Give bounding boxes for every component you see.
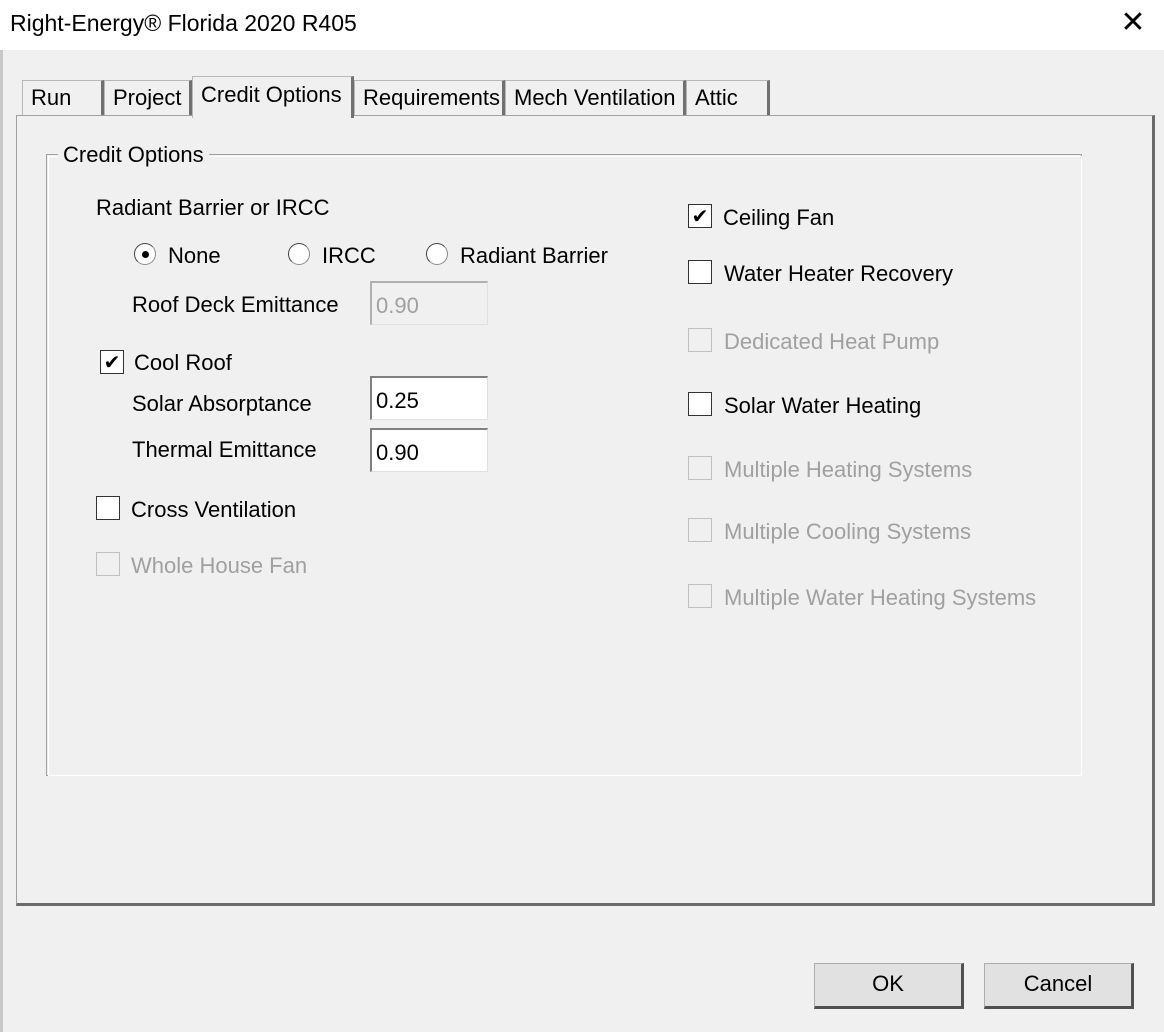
- tab-attic[interactable]: Attic: [686, 80, 770, 116]
- active-tab-joiner: [193, 114, 351, 118]
- dedicated-heat-pump-checkbox[interactable]: [688, 328, 712, 352]
- window-title: Right-Energy® Florida 2020 R405: [10, 10, 357, 36]
- multiple-heating-systems-label: Multiple Heating Systems: [724, 457, 973, 482]
- roof-deck-emittance-label: Roof Deck Emittance: [132, 292, 339, 317]
- radio-ircc-label: IRCC: [322, 243, 376, 268]
- tab-run[interactable]: Run: [22, 80, 104, 116]
- solar-absorptance-label: Solar Absorptance: [132, 391, 312, 416]
- radio-radiant-barrier-button[interactable]: [426, 243, 448, 265]
- whole-house-fan-checkbox[interactable]: [96, 552, 120, 576]
- cool-roof-label: Cool Roof: [134, 350, 232, 375]
- water-heater-recovery-checkbox[interactable]: [688, 260, 712, 284]
- whole-house-fan-label: Whole House Fan: [131, 553, 308, 578]
- solar-water-heating-label: Solar Water Heating: [724, 393, 922, 418]
- cross-ventilation-checkbox[interactable]: [96, 496, 120, 520]
- ceiling-fan-checkbox[interactable]: ✔: [688, 204, 712, 228]
- tab-credit-options[interactable]: Credit Options: [192, 76, 354, 118]
- water-heater-recovery-label: Water Heater Recovery: [724, 261, 954, 286]
- radio-none-button[interactable]: [134, 243, 156, 265]
- multiple-cooling-systems-label: Multiple Cooling Systems: [724, 519, 971, 544]
- thermal-emittance-field[interactable]: [370, 428, 488, 472]
- solar-water-heating-checkbox[interactable]: [688, 392, 712, 416]
- cool-roof-checkbox[interactable]: ✔: [100, 350, 124, 374]
- multiple-water-heating-systems-label: Multiple Water Heating Systems: [724, 585, 1037, 610]
- multiple-water-heating-systems-checkbox[interactable]: [688, 584, 712, 608]
- roof-deck-emittance-field[interactable]: [370, 281, 488, 325]
- tab-project[interactable]: Project: [104, 80, 192, 116]
- radio-radiant-barrier-label: Radiant Barrier: [460, 243, 608, 268]
- multiple-heating-systems-checkbox[interactable]: [688, 456, 712, 480]
- radio-ircc-button[interactable]: [288, 243, 310, 265]
- tab-requirements[interactable]: Requirements: [354, 80, 505, 116]
- close-icon[interactable]: ✕: [1110, 2, 1156, 46]
- radio-selected-dot: [142, 251, 149, 258]
- radio-none[interactable]: None: [132, 241, 242, 269]
- radiant-barrier-label: Radiant Barrier or IRCC: [96, 195, 330, 220]
- cross-ventilation-label: Cross Ventilation: [131, 497, 297, 522]
- thermal-emittance-label: Thermal Emittance: [132, 437, 317, 462]
- group-title: Credit Options: [58, 142, 209, 168]
- multiple-cooling-systems-checkbox[interactable]: [688, 518, 712, 542]
- dedicated-heat-pump-label: Dedicated Heat Pump: [724, 329, 940, 354]
- radio-radiant-barrier[interactable]: Radiant Barrier: [424, 241, 614, 269]
- tab-mech-ventilation[interactable]: Mech Ventilation: [505, 80, 686, 116]
- radio-none-label: None: [168, 243, 221, 268]
- solar-absorptance-field[interactable]: [370, 376, 488, 420]
- cancel-button[interactable]: Cancel: [984, 963, 1134, 1009]
- ok-button[interactable]: OK: [814, 963, 964, 1009]
- ceiling-fan-label: Ceiling Fan: [723, 205, 835, 230]
- radio-ircc[interactable]: IRCC: [286, 241, 386, 269]
